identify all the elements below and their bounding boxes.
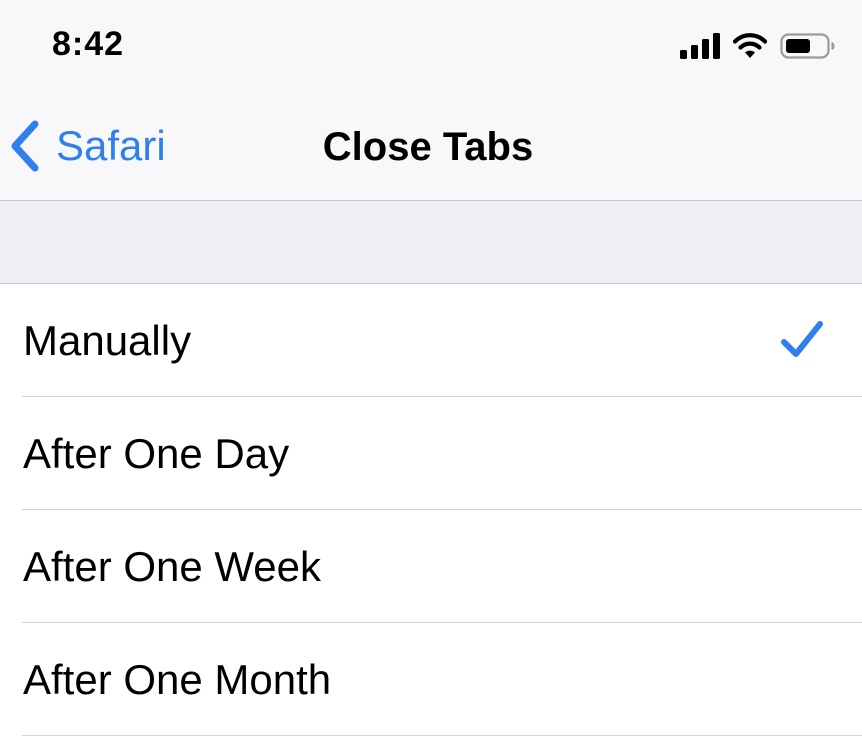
page-title: Close Tabs — [322, 125, 534, 169]
top-bar-area: 8:42 Safari Close Tabs — [0, 0, 862, 201]
option-after-one-week[interactable]: After One Week — [0, 510, 862, 623]
option-after-one-month[interactable]: After One Month — [0, 623, 862, 736]
option-manually[interactable]: Manually — [0, 284, 862, 397]
section-spacer — [0, 201, 862, 284]
navigation-bar: Safari Close Tabs — [0, 92, 862, 200]
status-icons — [680, 30, 836, 62]
close-tabs-options-list: Manually After One Day After One Week Af… — [0, 284, 862, 736]
option-label: After One Month — [23, 656, 332, 703]
option-label: After One Week — [23, 543, 322, 590]
option-label: After One Day — [23, 430, 290, 477]
status-time: 8:42 — [52, 25, 125, 63]
option-label: Manually — [23, 317, 192, 364]
cellular-signal-icon — [680, 33, 720, 59]
wifi-icon — [732, 33, 768, 58]
battery-icon — [780, 33, 835, 59]
status-bar: 8:42 — [0, 0, 862, 92]
checkmark-icon — [781, 321, 823, 357]
option-after-one-day[interactable]: After One Day — [0, 397, 862, 510]
